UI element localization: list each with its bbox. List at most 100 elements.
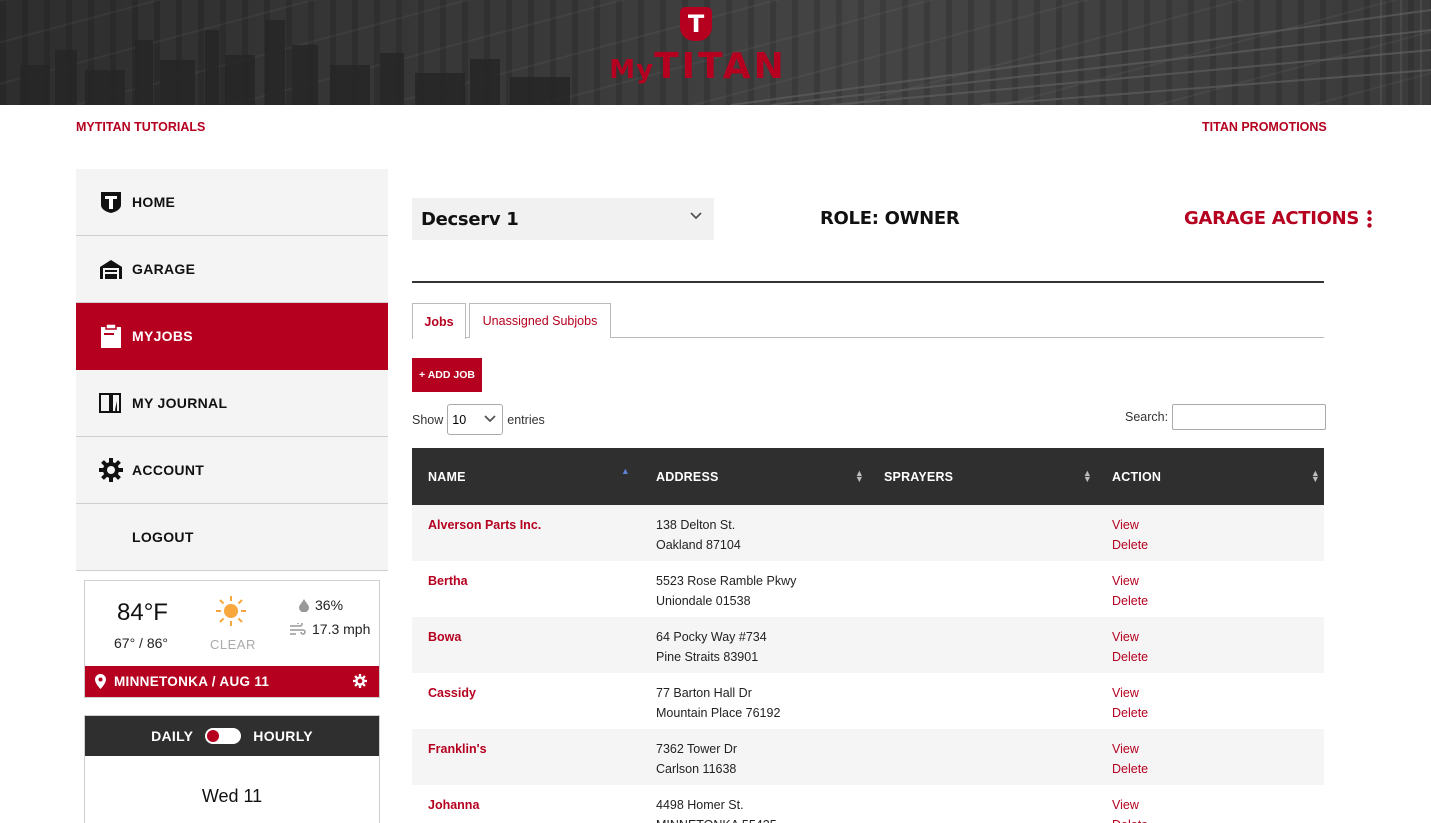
view-link[interactable]: View — [1112, 630, 1139, 644]
column-header-sprayers[interactable]: SPRAYERS ▲ ▼ — [868, 448, 1096, 505]
cell-action: View Delete — [1096, 505, 1324, 561]
cell-address: 7362 Tower Dr Carlson 11638 — [640, 729, 868, 785]
cell-sprayers — [868, 785, 1096, 823]
cell-sprayers — [868, 617, 1096, 673]
column-header-action[interactable]: ACTION ▲ ▼ — [1096, 448, 1324, 505]
sidebar-item-home[interactable]: HOME — [76, 169, 388, 236]
delete-link[interactable]: Delete — [1112, 706, 1148, 720]
job-name-link[interactable]: Cassidy — [428, 686, 476, 700]
sidebar-item-label: GARAGE — [132, 261, 196, 277]
search-input[interactable] — [1172, 404, 1327, 430]
weather-widget: 84°F 67° / 86° CLEAR 36% 17.3 mph MINNET… — [84, 580, 380, 698]
cell-name: Bowa — [412, 617, 640, 673]
daily-hourly-toggle[interactable] — [205, 728, 242, 744]
wind-speed: 17.3 mph — [290, 621, 370, 637]
entries-select[interactable]: 10 — [447, 404, 504, 435]
view-link[interactable]: View — [1112, 798, 1139, 812]
sidebar-item-logout[interactable]: LOGOUT — [76, 504, 388, 571]
sidebar-item-label: ACCOUNT — [132, 462, 205, 478]
job-name-link[interactable]: Alverson Parts Inc. — [428, 518, 541, 532]
cell-address: 4498 Homer St. MINNETONKA 55435 — [640, 785, 868, 823]
address-line-2: Oakland 87104 — [656, 538, 741, 552]
cell-name: Cassidy — [412, 673, 640, 729]
table-search: Search: — [1125, 404, 1327, 430]
job-name-link[interactable]: Bowa — [428, 630, 461, 644]
sidebar-nav: HOME GARAGE MYJOBS MY JOURNAL ACCOUNT LO… — [76, 169, 388, 571]
sort-asc-icon: ▲ — [620, 466, 630, 476]
address-line-1: 7362 Tower Dr — [656, 742, 738, 756]
table-header-row: NAME ▲ ADDRESS ▲ ▼ SPRAYERS ▲ ▼ ACTION ▲ ▼ — [412, 448, 1324, 505]
delete-link[interactable]: Delete — [1112, 538, 1148, 552]
location-pin-icon — [95, 674, 106, 689]
cell-address: 64 Pocky Way #734 Pine Straits 83901 — [640, 617, 868, 673]
weather-settings-gear-icon[interactable] — [353, 674, 367, 691]
sort-icon: ▲ ▼ — [1310, 468, 1320, 484]
table-row: Franklin's 7362 Tower Dr Carlson 11638 View… — [412, 729, 1324, 785]
cell-name: Johanna — [412, 785, 640, 823]
garage-icon — [98, 256, 124, 282]
view-link[interactable]: View — [1112, 686, 1139, 700]
sidebar-item-my-journal[interactable]: MY JOURNAL — [76, 370, 388, 437]
delete-link[interactable]: Delete — [1112, 594, 1148, 608]
column-header-address[interactable]: ADDRESS ▲ ▼ — [640, 448, 868, 505]
job-name-link[interactable]: Johanna — [428, 798, 479, 812]
cell-name: Alverson Parts Inc. — [412, 505, 640, 561]
tab-jobs[interactable]: Jobs — [412, 303, 466, 339]
delete-link[interactable]: Delete — [1112, 762, 1148, 776]
jobs-table: NAME ▲ ADDRESS ▲ ▼ SPRAYERS ▲ ▼ ACTION ▲ ▼ Alve… — [412, 448, 1324, 823]
clipboard-icon — [98, 323, 124, 349]
sidebar-item-label: MY JOURNAL — [132, 395, 228, 411]
cell-sprayers — [868, 729, 1096, 785]
job-tabs: Jobs Unassigned Subjobs — [412, 303, 1324, 339]
titan-shield-icon: T — [680, 7, 712, 41]
sort-icon: ▲ ▼ — [854, 468, 864, 484]
sidebar-item-garage[interactable]: GARAGE — [76, 236, 388, 303]
cell-action: View Delete — [1096, 617, 1324, 673]
view-link[interactable]: View — [1112, 518, 1139, 532]
address-line-1: 5523 Rose Ramble Pkwy — [656, 574, 797, 588]
titan-shield-icon — [98, 189, 124, 215]
cell-sprayers — [868, 673, 1096, 729]
address-line-2: Pine Straits 83901 — [656, 650, 759, 664]
delete-link[interactable]: Delete — [1112, 650, 1148, 664]
humidity: 36% — [299, 597, 343, 613]
column-header-name[interactable]: NAME ▲ — [412, 448, 640, 505]
cell-address: 138 Delton St. Oakland 87104 — [640, 505, 868, 561]
table-row: Cassidy 77 Barton Hall Dr Mountain Place 7… — [412, 673, 1324, 729]
garage-actions-menu[interactable]: GARAGE ACTIONS — [1184, 208, 1372, 229]
sort-icon: ▲ ▼ — [1082, 468, 1092, 484]
cell-action: View Delete — [1096, 785, 1324, 823]
tab-unassigned-subjobs[interactable]: Unassigned Subjobs — [469, 303, 611, 338]
droplet-icon — [299, 598, 309, 612]
search-label: Search: — [1125, 410, 1169, 424]
forecast-widget: DAILY HOURLY Wed 11 — [84, 715, 380, 823]
sidebar-item-label: HOME — [132, 194, 176, 210]
toggle-knob — [207, 730, 220, 742]
weather-location: MINNETONKA / AUG 11 — [114, 674, 270, 689]
entries-label: entries — [507, 412, 545, 427]
add-job-button[interactable]: + ADD JOB — [412, 358, 482, 392]
table-row: Bowa 64 Pocky Way #734 Pine Straits 83901 V… — [412, 617, 1324, 673]
cell-name: Franklin's — [412, 729, 640, 785]
delete-link[interactable]: Delete — [1112, 818, 1148, 823]
sun-icon — [216, 596, 246, 626]
mytitan-logo[interactable]: T MyTITAN — [588, 4, 808, 94]
cell-action: View Delete — [1096, 729, 1324, 785]
garage-select[interactable]: Decserv 1 — [412, 198, 714, 240]
gear-icon — [98, 457, 124, 483]
view-link[interactable]: View — [1112, 742, 1139, 756]
mytitan-tutorials-link[interactable]: MYTITAN TUTORIALS — [76, 120, 205, 134]
address-line-1: 138 Delton St. — [656, 518, 736, 532]
job-name-link[interactable]: Franklin's — [428, 742, 487, 756]
sidebar-item-account[interactable]: ACCOUNT — [76, 437, 388, 504]
address-line-2: Uniondale 01538 — [656, 594, 751, 608]
job-name-link[interactable]: Bertha — [428, 574, 468, 588]
titan-promotions-link[interactable]: TITAN PROMOTIONS — [1202, 120, 1327, 134]
garage-select-value: Decserv 1 — [421, 208, 519, 230]
view-link[interactable]: View — [1112, 574, 1139, 588]
current-temperature: 84°F — [117, 599, 168, 626]
sidebar-item-myjobs[interactable]: MYJOBS — [76, 303, 388, 370]
address-line-1: 77 Barton Hall Dr — [656, 686, 752, 700]
header-divider — [412, 281, 1324, 283]
journal-icon — [98, 390, 124, 416]
